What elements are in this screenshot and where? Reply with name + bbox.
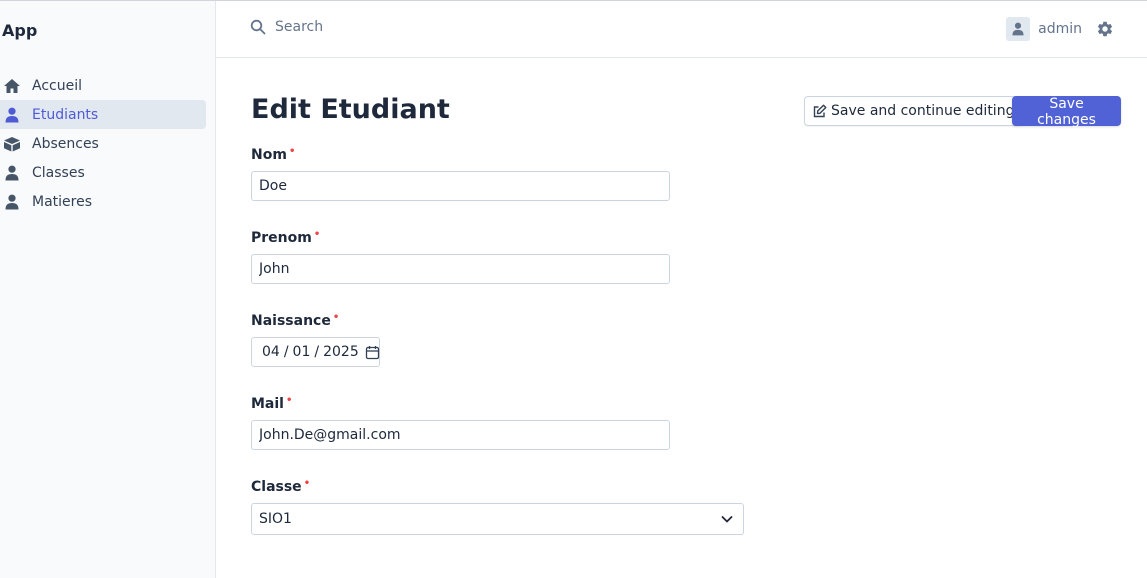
sidebar-item-label: Absences — [32, 135, 99, 152]
sidebar-item-accueil[interactable]: Accueil — [0, 71, 206, 100]
home-icon — [3, 77, 21, 95]
save-changes-button[interactable]: Save changes — [1012, 96, 1121, 128]
sidebar-nav: Accueil Etudiants Absences Classes Matie… — [0, 71, 206, 216]
date-day[interactable]: 04 — [262, 344, 280, 360]
sidebar-item-label: Etudiants — [32, 106, 99, 123]
prenom-field: Prenom • — [251, 230, 670, 284]
user-icon — [3, 193, 21, 211]
sidebar-item-matieres[interactable]: Matieres — [0, 187, 206, 216]
classe-selected-value: SIO1 — [259, 511, 292, 527]
sidebar-item-classes[interactable]: Classes — [0, 158, 206, 187]
nom-label-text: Nom — [251, 147, 287, 163]
top-header: admin — [216, 1, 1147, 58]
classe-field: Classe • SIO1 — [251, 479, 744, 535]
user-icon — [3, 106, 21, 124]
mail-field: Mail • — [251, 396, 670, 450]
prenom-input[interactable] — [251, 254, 670, 284]
date-separator: / — [314, 344, 320, 360]
mail-label-text: Mail — [251, 396, 284, 412]
save-continue-button[interactable]: Save and continue editing — [804, 96, 1024, 126]
box-icon — [3, 135, 21, 153]
page-title: Edit Etudiant — [251, 94, 450, 125]
username[interactable]: admin — [1038, 21, 1082, 37]
sidebar-item-label: Matieres — [32, 193, 93, 210]
sidebar-item-absences[interactable]: Absences — [0, 129, 206, 158]
save-continue-label: Save and continue editing — [831, 103, 1015, 119]
search-bar — [250, 19, 495, 35]
search-icon — [250, 19, 266, 35]
sidebar-item-label: Accueil — [32, 77, 82, 94]
edit-icon — [813, 104, 827, 118]
date-month[interactable]: 01 — [293, 344, 311, 360]
app-title: App — [2, 21, 38, 40]
chevron-down-icon — [720, 512, 734, 526]
required-marker: • — [303, 478, 311, 489]
main-content: Edit Etudiant Save and continue editing … — [251, 58, 1121, 578]
required-marker: • — [288, 146, 296, 157]
required-marker: • — [332, 312, 340, 323]
prenom-label-text: Prenom — [251, 230, 312, 246]
mail-label: Mail • — [251, 395, 670, 413]
sidebar-item-label: Classes — [32, 164, 85, 181]
avatar[interactable] — [1006, 17, 1031, 41]
prenom-label: Prenom • — [251, 229, 670, 247]
classe-label: Classe • — [251, 478, 744, 496]
nom-label: Nom • — [251, 146, 670, 164]
classe-select[interactable]: SIO1 — [251, 503, 744, 535]
sidebar-item-etudiants[interactable]: Etudiants — [0, 100, 206, 129]
required-marker: • — [313, 229, 321, 240]
naissance-date-input[interactable]: 04 / 01 / 2025 — [251, 337, 380, 367]
mail-input[interactable] — [251, 420, 670, 450]
naissance-label: Naissance • — [251, 312, 380, 330]
gear-icon[interactable] — [1096, 20, 1114, 38]
date-year[interactable]: 2025 — [323, 344, 359, 360]
required-marker: • — [285, 395, 293, 406]
search-input[interactable] — [275, 19, 495, 35]
classe-label-text: Classe — [251, 479, 302, 495]
nom-field: Nom • — [251, 147, 670, 201]
naissance-field: Naissance • 04 / 01 / 2025 — [251, 313, 380, 367]
date-separator: / — [283, 344, 289, 360]
user-menu[interactable]: admin — [1006, 17, 1114, 41]
sidebar: App Accueil Etudiants Absences Classes M… — [0, 1, 216, 578]
calendar-icon[interactable] — [365, 345, 380, 360]
naissance-label-text: Naissance — [251, 313, 331, 329]
user-icon — [3, 164, 21, 182]
nom-input[interactable] — [251, 171, 670, 201]
